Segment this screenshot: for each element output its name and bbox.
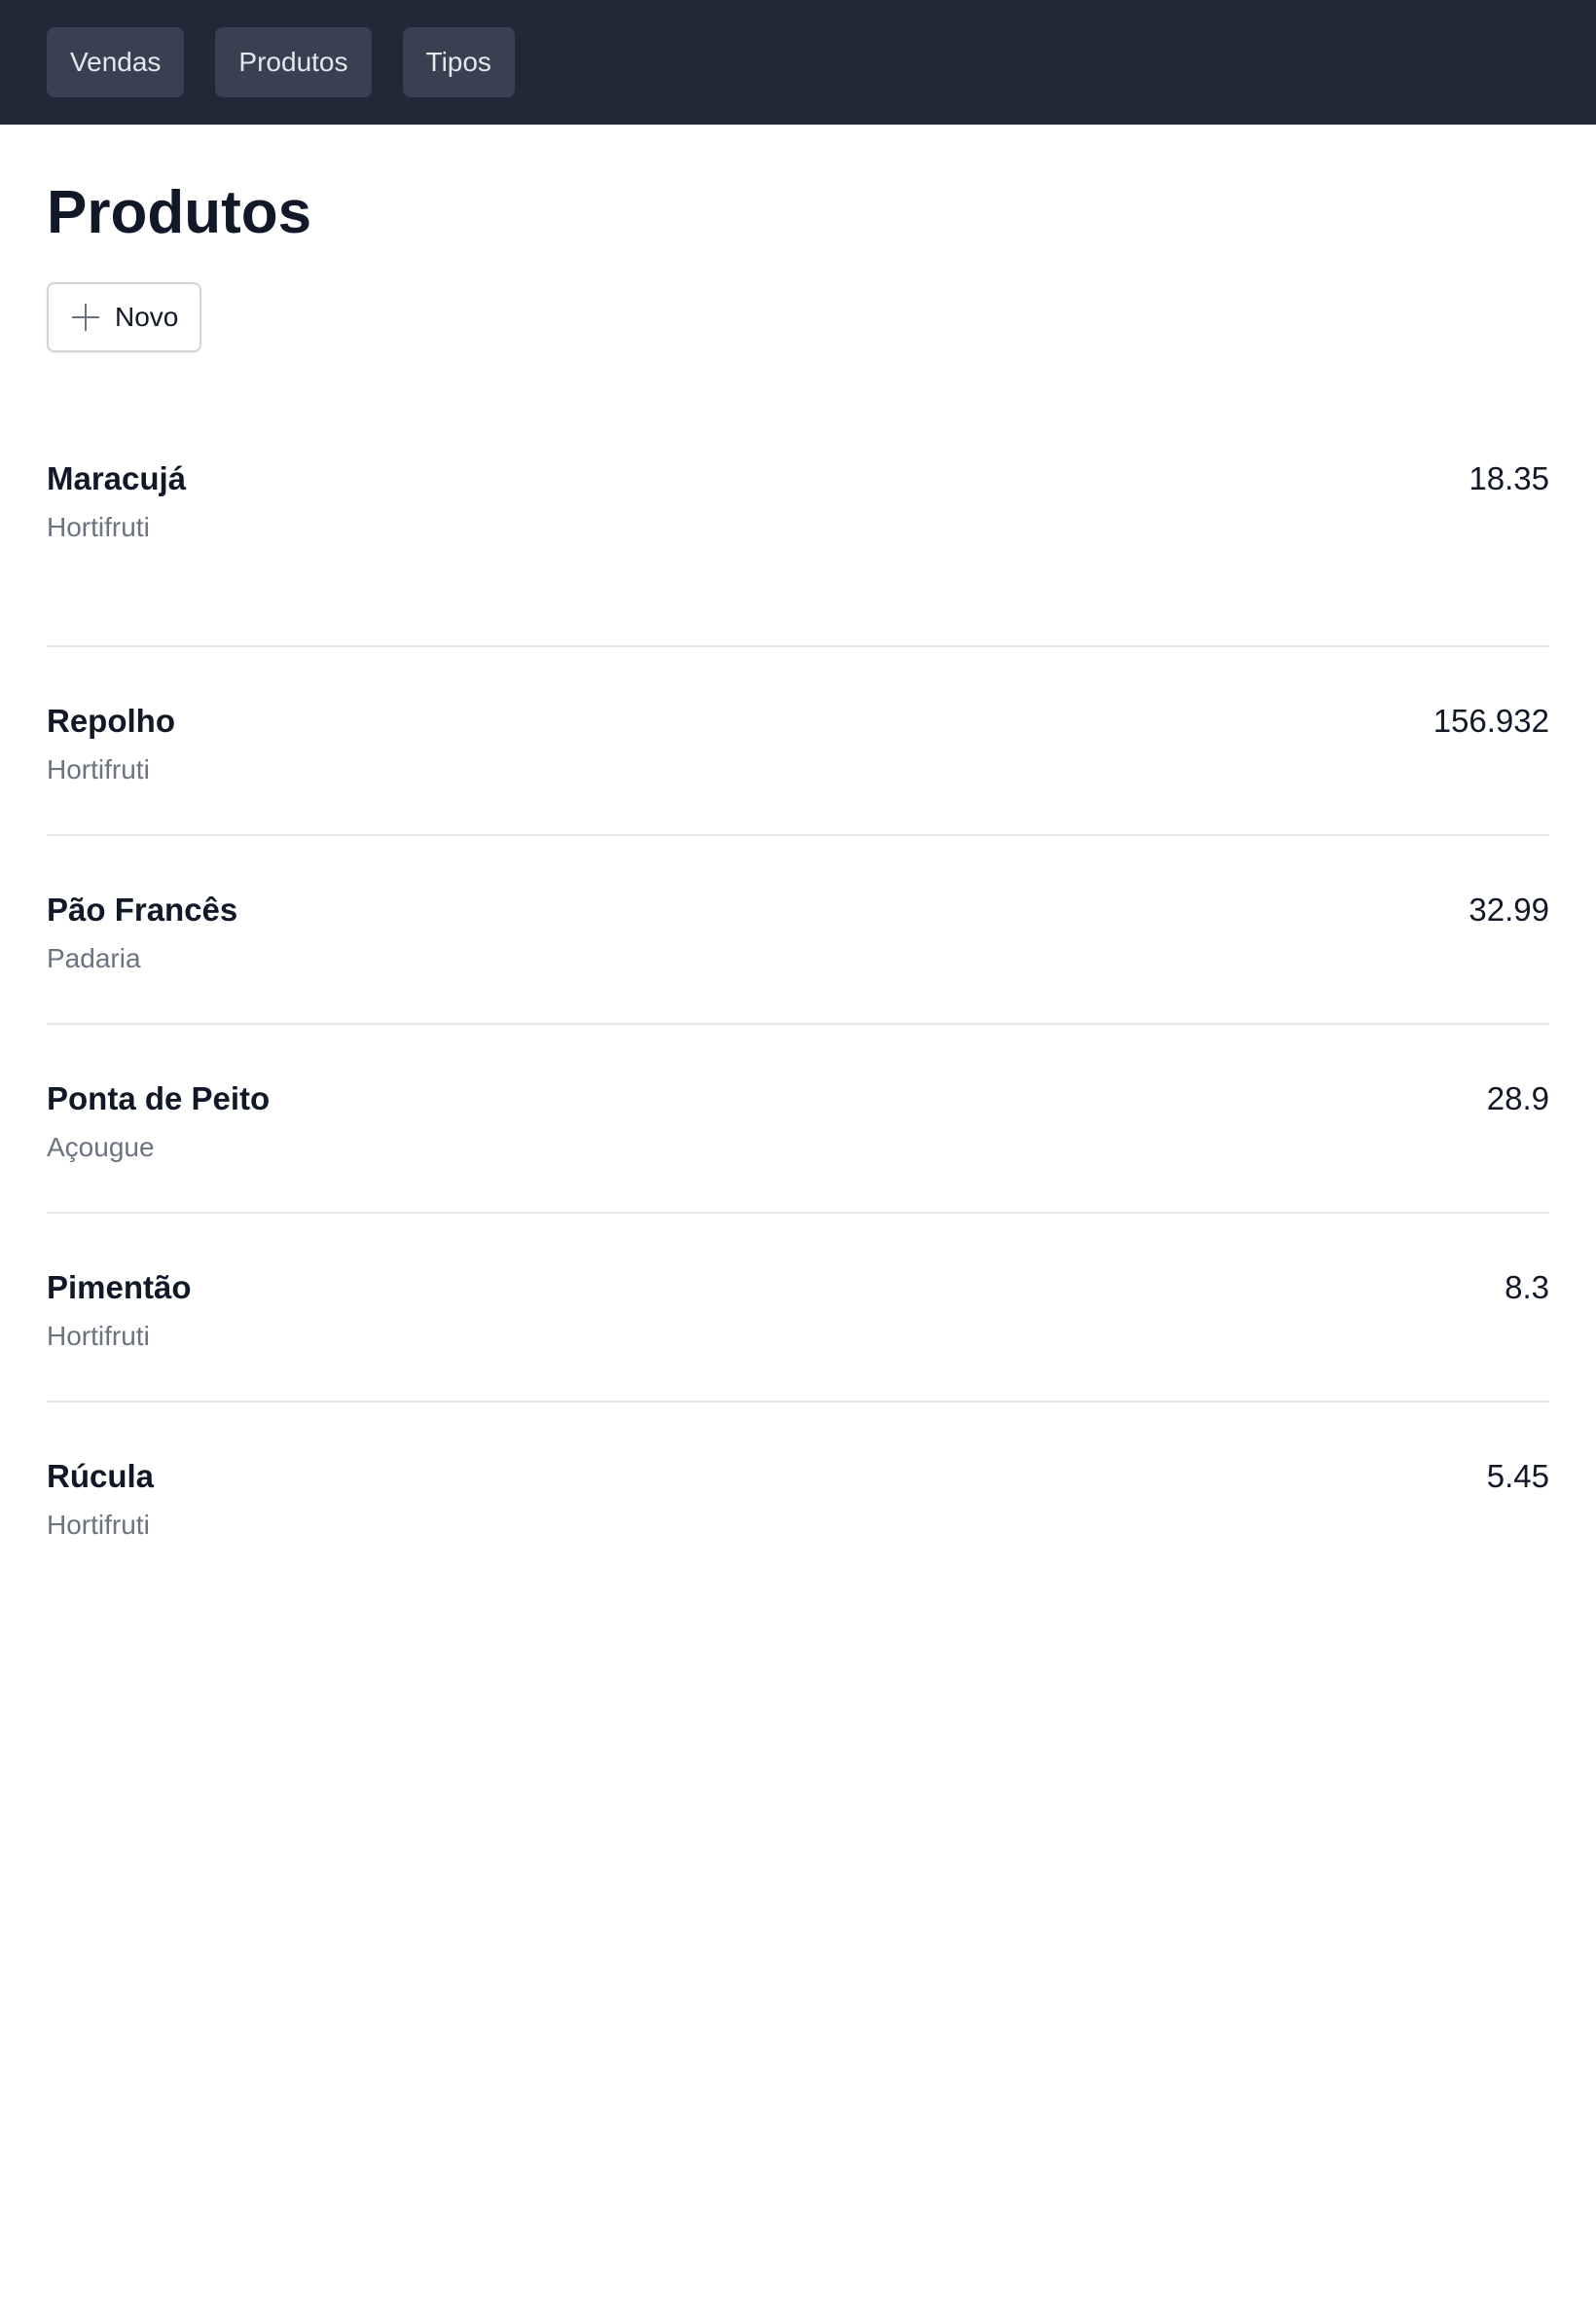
product-name: Rúcula xyxy=(47,1458,155,1495)
main-content: Produtos Novo Maracujá Hortifruti 18.35 … xyxy=(0,125,1596,1591)
product-type: Hortifruti xyxy=(47,754,150,785)
product-price: 18.35 xyxy=(1469,460,1549,497)
nav-tipos-button[interactable]: Tipos xyxy=(402,27,515,97)
product-info: Ponta de Peito Açougue xyxy=(47,1079,270,1165)
product-info: Pimentão Hortifruti xyxy=(47,1268,192,1354)
product-type: Hortifruti xyxy=(47,1321,150,1352)
product-list: Maracujá Hortifruti 18.35 Repolho Hortif… xyxy=(47,459,1549,1591)
product-price: 8.3 xyxy=(1505,1269,1549,1306)
plus-icon xyxy=(70,302,101,333)
product-info: Repolho Hortifruti xyxy=(47,702,175,787)
product-info: Pão Francês Padaria xyxy=(47,891,237,976)
product-row[interactable]: Pão Francês Padaria 32.99 xyxy=(47,836,1549,1026)
product-info: Rúcula Hortifruti xyxy=(47,1457,154,1543)
product-row[interactable]: Rúcula Hortifruti 5.45 xyxy=(47,1403,1549,1591)
product-type: Açougue xyxy=(47,1132,155,1163)
product-name: Maracujá xyxy=(47,460,187,497)
product-type: Padaria xyxy=(47,943,141,974)
product-price: 156.932 xyxy=(1433,703,1549,740)
product-name: Pão Francês xyxy=(47,892,238,929)
product-row[interactable]: Repolho Hortifruti 156.932 xyxy=(47,647,1549,837)
product-name: Ponta de Peito xyxy=(47,1080,271,1117)
product-price: 5.45 xyxy=(1486,1458,1549,1495)
product-price: 32.99 xyxy=(1469,892,1549,929)
nav-produtos-button[interactable]: Produtos xyxy=(215,27,372,97)
new-product-label: Novo xyxy=(115,302,179,333)
top-navbar: Vendas Produtos Tipos xyxy=(0,0,1596,125)
product-name: Pimentão xyxy=(47,1269,192,1306)
nav-vendas-button[interactable]: Vendas xyxy=(47,27,185,97)
product-info: Maracujá Hortifruti xyxy=(47,459,186,545)
product-row[interactable]: Pimentão Hortifruti 8.3 xyxy=(47,1214,1549,1404)
product-price: 28.9 xyxy=(1486,1080,1549,1117)
page-title: Produtos xyxy=(47,179,312,246)
product-type: Hortifruti xyxy=(47,1510,150,1541)
product-row[interactable]: Maracujá Hortifruti 18.35 xyxy=(47,459,1549,648)
product-type: Hortifruti xyxy=(47,512,150,543)
new-product-button[interactable]: Novo xyxy=(47,282,202,353)
product-row[interactable]: Ponta de Peito Açougue 28.9 xyxy=(47,1025,1549,1215)
product-name: Repolho xyxy=(47,703,175,740)
